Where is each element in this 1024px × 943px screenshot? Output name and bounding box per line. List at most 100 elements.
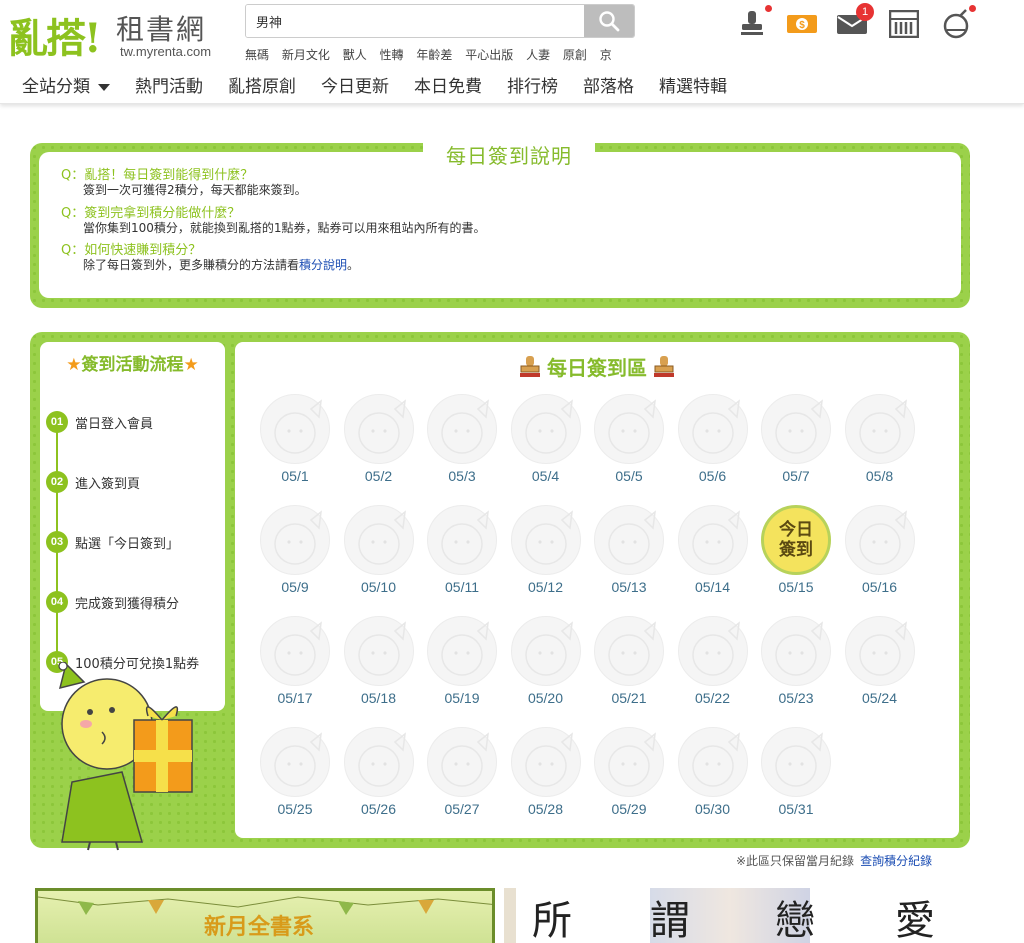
points-info-link[interactable]: 積分說明 xyxy=(299,258,347,272)
calendar-day: 05/9 xyxy=(255,505,335,609)
caret-down-icon xyxy=(98,83,110,91)
day-placeholder-icon xyxy=(510,616,581,686)
bookshelf-icon xyxy=(889,10,919,38)
hot-tag[interactable]: 平心出版 xyxy=(465,48,513,62)
calendar-day: 05/5 xyxy=(589,394,669,498)
calendar-grid: 05/1 05/2 05/3 05/4 05/5 05/6 05/7 05/8 05/9 05/1… xyxy=(255,394,945,834)
stamp-icon xyxy=(520,355,540,377)
day-placeholder-icon xyxy=(761,616,831,686)
faq-question: Q：亂搭！每日簽到能得到什麼？ xyxy=(61,168,254,183)
faq-inner: 每日簽到說明 Q：亂搭！每日簽到能得到什麼？ 簽到一次可獲得2積分，每天都能來簽… xyxy=(39,142,961,298)
hot-tag[interactable]: 年齡差 xyxy=(416,48,452,62)
main-nav: 全站分類 熱門活動 亂搭原創 今日更新 本日免費 排行榜 部落格 精選特輯 xyxy=(22,72,752,98)
calendar-day: 05/4 xyxy=(506,394,586,498)
nav-originals[interactable]: 亂搭原創 xyxy=(228,72,296,98)
today-label-line2: 簽到 xyxy=(779,540,813,560)
hot-tag[interactable]: 京 xyxy=(600,48,612,62)
record-note: ※此區只保留當月紀錄 查詢積分紀錄 xyxy=(736,854,933,868)
nav-today-updates[interactable]: 今日更新 xyxy=(321,72,389,98)
day-label: 05/27 xyxy=(444,801,480,817)
today-checkin-day[interactable]: 今日 簽到 05/15 xyxy=(756,505,836,609)
mascot-face-icon xyxy=(441,510,489,565)
day-label: 05/14 xyxy=(694,579,731,595)
mail-button[interactable]: 1 xyxy=(834,3,874,42)
day-label: 05/5 xyxy=(615,468,643,484)
day-placeholder-icon xyxy=(761,394,831,464)
top-icon-bar: $ 1 xyxy=(734,3,984,46)
search-button[interactable] xyxy=(584,5,634,37)
day-placeholder-icon xyxy=(427,616,497,686)
calendar-day: 05/11 xyxy=(422,505,502,609)
nav-all-categories[interactable]: 全站分類 xyxy=(22,72,110,98)
nav-ranking[interactable]: 排行榜 xyxy=(507,72,558,98)
site-header: 亂搭! 租書網 tw.myrenta.com 無碼 新月文化 獸人 性轉 年齡差… xyxy=(0,0,1024,104)
nav-blog[interactable]: 部落格 xyxy=(583,72,634,98)
calendar-day: 05/10 xyxy=(339,505,419,609)
faq-answer: 簽到一次可獲得2積分，每天都能來簽到。 xyxy=(83,183,307,197)
day-placeholder-icon xyxy=(510,394,581,464)
day-placeholder-icon xyxy=(510,727,581,797)
day-label: 05/13 xyxy=(611,579,647,595)
mascot-face-icon xyxy=(608,621,656,676)
mascot-face-icon xyxy=(274,510,322,565)
mascot-face-icon xyxy=(608,510,656,565)
banner1-title: 新月全書系 xyxy=(204,914,315,940)
calendar-day: 05/29 xyxy=(589,727,669,831)
day-placeholder-icon xyxy=(594,616,664,686)
faq-answer: 除了每日簽到外，更多賺積分的方法請看積分說明。 xyxy=(83,258,360,272)
nav-free-today[interactable]: 本日免費 xyxy=(414,72,482,98)
day-label: 05/17 xyxy=(277,690,313,706)
nav-hot-events[interactable]: 熱門活動 xyxy=(135,72,203,98)
points-button[interactable]: $ xyxy=(784,6,820,42)
flow-step: 03 點選「今日簽到」 xyxy=(46,530,179,554)
day-placeholder-icon xyxy=(343,727,414,797)
hot-tag[interactable]: 原創 xyxy=(563,48,587,62)
hot-tag[interactable]: 人妻 xyxy=(526,48,550,62)
calendar-day: 05/8 xyxy=(840,394,920,498)
day-placeholder-icon xyxy=(594,394,664,464)
calendar-day: 05/12 xyxy=(506,505,586,609)
day-label: 05/7 xyxy=(782,468,810,484)
calendar-day: 05/3 xyxy=(422,394,502,498)
hot-tag[interactable]: 獸人 xyxy=(343,48,367,62)
day-label: 05/10 xyxy=(360,579,397,595)
calendar-day: 05/26 xyxy=(339,727,419,831)
mascot-face-icon xyxy=(357,510,406,565)
promo-banner-2[interactable]: 所 謂 戀 愛 xyxy=(500,888,958,943)
search-input[interactable] xyxy=(246,5,584,37)
hot-tag[interactable]: 無碼 xyxy=(245,48,269,62)
banner2-char: 所 xyxy=(532,898,572,943)
day-label: 05/15 xyxy=(778,579,814,595)
cart-button[interactable] xyxy=(938,5,976,42)
promo-banner-1[interactable]: 新月全書系 xyxy=(35,888,495,943)
hot-tag[interactable]: 性轉 xyxy=(380,48,404,62)
today-checkin-button[interactable]: 今日 簽到 xyxy=(761,505,831,575)
day-label: 05/28 xyxy=(527,801,564,817)
points-history-link[interactable]: 查詢積分紀錄 xyxy=(860,854,932,868)
mascot-face-icon xyxy=(441,621,489,676)
faq-item: Q：如何快速賺到積分？ 除了每日簽到外，更多賺積分的方法請看積分說明。 xyxy=(61,243,359,273)
nav-featured[interactable]: 精選特輯 xyxy=(659,72,727,98)
day-placeholder-icon xyxy=(844,505,915,575)
site-logo[interactable]: 亂搭! 租書網 tw.myrenta.com xyxy=(8,6,238,62)
faq-item: Q：亂搭！每日簽到能得到什麼？ 簽到一次可獲得2積分，每天都能來簽到。 xyxy=(61,168,307,198)
day-label: 05/24 xyxy=(861,690,898,706)
stamp-icon xyxy=(741,11,763,35)
member-button[interactable] xyxy=(734,5,772,42)
checkin-title: 每日簽到區 xyxy=(235,352,959,381)
calendar-day: 05/1 xyxy=(255,394,335,498)
banner2-edge xyxy=(504,888,516,943)
day-placeholder-icon xyxy=(594,727,664,797)
mascot-face-icon xyxy=(274,732,322,787)
checkin-area: 每日簽到區 05/1 05/2 05/3 05/4 05/5 05/6 05/7 05/8 05… xyxy=(235,342,959,838)
day-label: 05/20 xyxy=(527,690,564,706)
today-label-line1: 今日 xyxy=(779,520,813,540)
bookshelf-button[interactable] xyxy=(886,6,922,42)
calendar-day: 05/7 xyxy=(756,394,836,498)
calendar-day: 05/14 xyxy=(673,505,753,609)
day-label: 05/30 xyxy=(694,801,731,817)
hot-tag[interactable]: 新月文化 xyxy=(282,48,330,62)
hot-search-tags: 無碼 新月文化 獸人 性轉 年齡差 平心出版 人妻 原創 京 xyxy=(245,46,637,64)
mascot-face-icon xyxy=(524,621,573,676)
checkin-faq-panel: 每日簽到說明 Q：亂搭！每日簽到能得到什麼？ 簽到一次可獲得2積分，每天都能來簽… xyxy=(30,142,970,308)
